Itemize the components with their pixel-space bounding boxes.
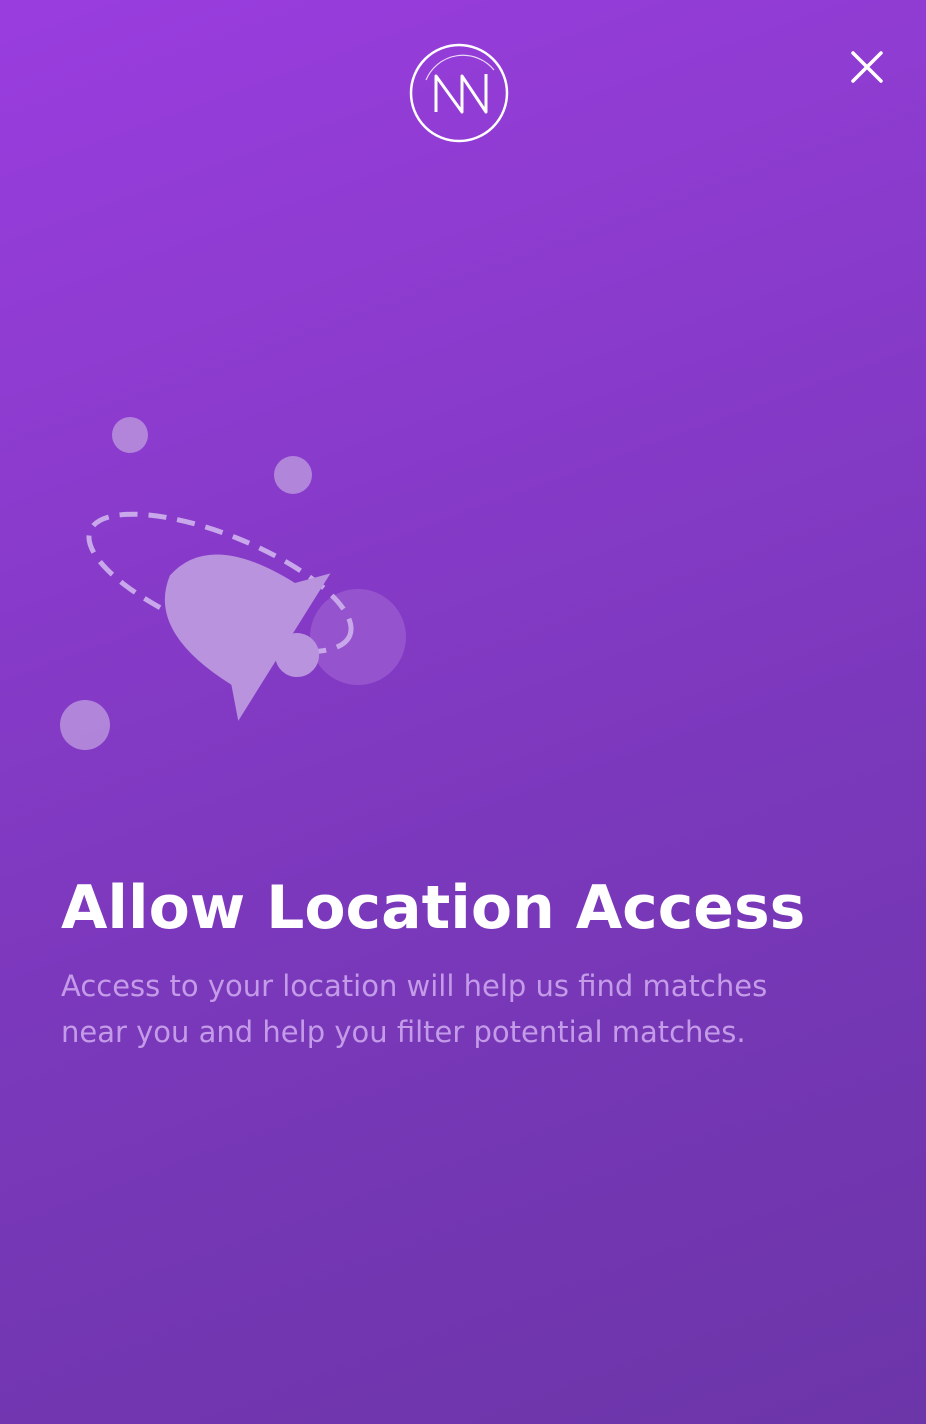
permission-description: Access to your location will help us fin…	[61, 969, 768, 1049]
decor-circle-large	[310, 589, 406, 685]
notification-bell-illustration	[50, 405, 420, 765]
decor-dot-top	[112, 417, 148, 453]
close-icon	[851, 51, 883, 83]
decor-dot-right	[274, 456, 312, 494]
page-title: Allow Location Access	[61, 873, 806, 943]
location-permission-screen: Allow Location Access Access to your loc…	[0, 0, 926, 1424]
monogram-logo-icon	[406, 40, 512, 146]
close-button[interactable]	[842, 42, 892, 92]
decor-dot-bottom	[60, 700, 110, 750]
